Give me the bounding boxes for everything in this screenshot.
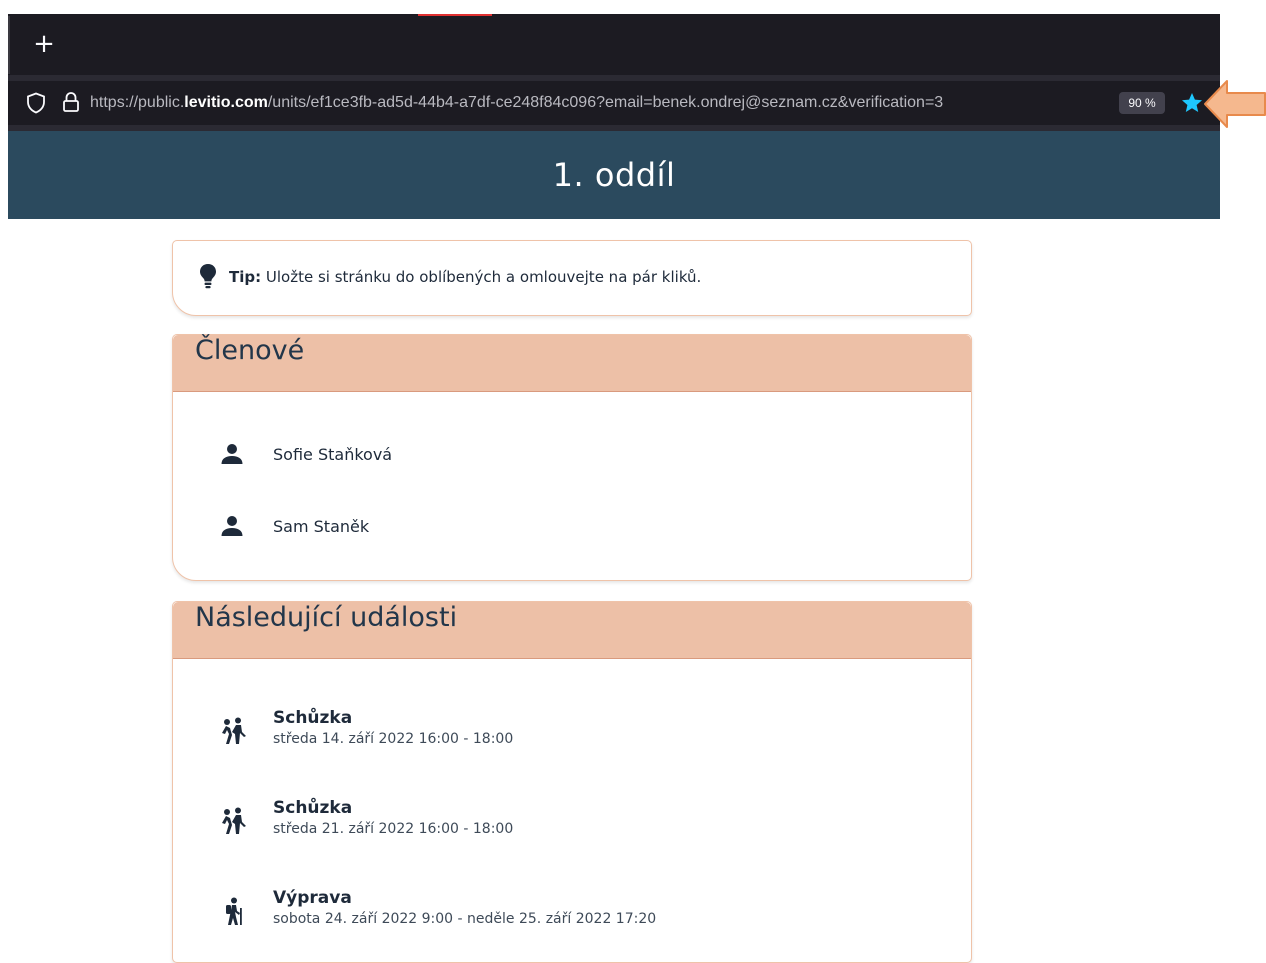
- annotation-arrow-icon: [1204, 80, 1266, 128]
- tip-text: Uložte si stránku do oblíbených a omlouv…: [265, 268, 702, 286]
- tab-edge: [8, 16, 10, 74]
- tip-message: Tip: Uložte si stránku do oblíbených a o…: [229, 268, 701, 286]
- tip-label: Tip:: [229, 268, 262, 286]
- event-date: středa 21. září 2022 16:00 - 18:00: [273, 821, 514, 837]
- address-bar[interactable]: https://public.levitio.com/units/ef1ce3f…: [8, 81, 1220, 125]
- url-domain: levitio.com: [184, 94, 268, 111]
- page-header: 1. oddíl: [8, 131, 1220, 219]
- events-card: Následující události Schůzka středa 14. …: [172, 601, 972, 963]
- url-path: /units/ef1ce3fb-ad5d-44b4-a7df-ce248f84c…: [267, 94, 944, 111]
- events-title: Následující události: [195, 602, 458, 633]
- members-card: Členové Sofie Staňková Sam Staněk: [172, 334, 972, 581]
- bookmark-star-icon[interactable]: [1180, 91, 1204, 115]
- event-title: Schůzka: [273, 708, 353, 728]
- lock-icon[interactable]: [62, 91, 80, 113]
- url-prefix: https://public.: [90, 94, 185, 111]
- members-card-header: Členové: [173, 335, 971, 392]
- event-date: středa 14. září 2022 16:00 - 18:00: [273, 731, 514, 747]
- person-icon: [221, 444, 243, 464]
- event-date: sobota 24. září 2022 9:00 - neděle 25. z…: [273, 911, 657, 927]
- url-text[interactable]: https://public.levitio.com/units/ef1ce3f…: [90, 90, 1110, 116]
- members-title: Členové: [195, 335, 305, 366]
- zoom-level-badge[interactable]: 90 %: [1119, 92, 1165, 114]
- event-title: Schůzka: [273, 798, 353, 818]
- browser-toolbar: https://public.levitio.com/units/ef1ce3f…: [8, 75, 1220, 131]
- tip-card: Tip: Uložte si stránku do oblíbených a o…: [172, 240, 972, 316]
- browser-tab-bar: +: [8, 14, 1220, 75]
- new-tab-button[interactable]: +: [30, 30, 58, 58]
- lightbulb-icon: [200, 264, 216, 289]
- person-icon: [221, 516, 243, 536]
- member-name: Sofie Staňková: [273, 445, 393, 464]
- meeting-icon: [222, 717, 246, 744]
- member-name: Sam Staněk: [273, 517, 370, 536]
- events-card-header: Následující události: [173, 602, 971, 659]
- meeting-icon: [222, 807, 246, 834]
- page-title: 1. oddíl: [552, 156, 676, 194]
- url-fade: [1084, 87, 1112, 119]
- tracking-protection-shield-icon[interactable]: [26, 92, 46, 114]
- event-title: Výprava: [273, 888, 352, 908]
- active-tab-indicator: [418, 14, 492, 16]
- hiking-icon: [226, 897, 242, 925]
